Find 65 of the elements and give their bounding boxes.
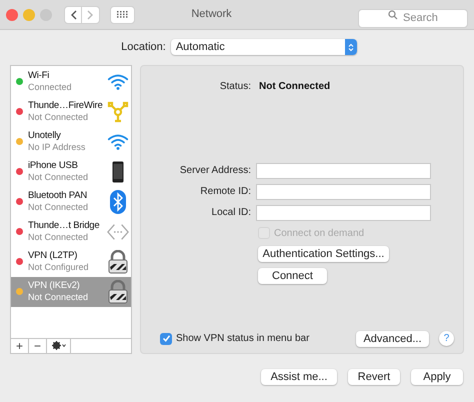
wifi-icon bbox=[107, 132, 129, 150]
service-name: iPhone USB bbox=[28, 160, 78, 172]
service-item[interactable]: Thunde…t Bridge Not Connected bbox=[11, 216, 131, 246]
field-label: Remote ID: bbox=[199, 185, 251, 199]
service-name: Unotelly bbox=[28, 130, 61, 142]
service-name: VPN (IKEv2) bbox=[28, 280, 80, 292]
service-status: No IP Address bbox=[28, 142, 86, 153]
footer-button[interactable]: Assist me... bbox=[261, 368, 337, 384]
connect-button[interactable]: Connect bbox=[258, 268, 327, 284]
chevron-right-icon bbox=[87, 10, 94, 20]
checkbox-label: Connect on demand bbox=[274, 226, 364, 240]
service-name: VPN (L2TP) bbox=[28, 250, 78, 262]
phone-icon bbox=[112, 160, 124, 182]
service-name: Bluetooth PAN bbox=[28, 190, 88, 202]
service-item[interactable]: iPhone USB Not Connected bbox=[11, 156, 131, 186]
remove-button[interactable]: − bbox=[29, 338, 47, 352]
service-item[interactable]: VPN (L2TP) Not Configured bbox=[11, 246, 131, 276]
bluetooth-icon bbox=[110, 190, 126, 214]
service-name: Thunde…FireWire bbox=[28, 100, 103, 112]
service-status: Not Configured bbox=[28, 262, 89, 273]
service-item[interactable]: Thunde…FireWire Not Connected bbox=[11, 96, 131, 126]
authentication-settings-button[interactable]: Authentication Settings... bbox=[258, 246, 389, 262]
lock-icon bbox=[108, 250, 128, 274]
add-button[interactable]: + bbox=[11, 338, 29, 352]
checkbox-label: Show VPN status in menu bar bbox=[176, 332, 310, 346]
advanced-button[interactable]: Advanced... bbox=[356, 330, 429, 346]
service-name: Thunde…t Bridge bbox=[28, 220, 100, 232]
search-icon bbox=[388, 10, 398, 20]
text-field[interactable] bbox=[256, 184, 431, 200]
wifi-icon bbox=[107, 72, 129, 90]
service-status: Connected bbox=[28, 82, 72, 93]
chevron-left-icon bbox=[70, 10, 76, 20]
service-item[interactable]: Unotelly No IP Address bbox=[11, 126, 131, 156]
service-status: Not Connected bbox=[28, 232, 88, 243]
text-field[interactable] bbox=[256, 162, 431, 178]
firewire-icon bbox=[107, 100, 129, 122]
status-label: Status: bbox=[218, 80, 251, 94]
show-all-button[interactable] bbox=[110, 6, 135, 24]
footer-button[interactable]: Apply bbox=[411, 368, 463, 384]
back-button[interactable] bbox=[64, 6, 82, 24]
minimize-button[interactable] bbox=[23, 8, 35, 20]
service-status: Not Connected bbox=[28, 202, 88, 213]
footer-button[interactable]: Revert bbox=[348, 368, 400, 384]
location-label: Location: bbox=[121, 40, 166, 55]
lock-icon bbox=[108, 280, 128, 304]
close-button[interactable] bbox=[6, 8, 18, 20]
text-field[interactable] bbox=[256, 204, 431, 220]
field-label: Server Address: bbox=[178, 164, 251, 178]
field-label: Local ID: bbox=[210, 206, 251, 220]
service-status: Not Connected bbox=[28, 172, 88, 183]
status-value: Not Connected bbox=[259, 80, 330, 94]
grid-icon bbox=[117, 11, 128, 18]
service-status: Not Connected bbox=[28, 112, 88, 123]
caret-icon bbox=[62, 344, 66, 347]
service-name: Wi-Fi bbox=[28, 70, 50, 82]
checkbox[interactable] bbox=[160, 332, 172, 344]
service-item[interactable]: Wi-Fi Connected bbox=[11, 66, 131, 96]
search-field[interactable]: Search bbox=[358, 8, 468, 28]
service-item[interactable]: Bluetooth PAN Not Connected bbox=[11, 186, 131, 216]
bridge-icon bbox=[107, 222, 129, 242]
gear-icon bbox=[52, 341, 60, 350]
stepper-icon bbox=[344, 39, 357, 56]
window-title: Network bbox=[191, 7, 232, 22]
location-dropdown[interactable]: Automatic bbox=[170, 39, 357, 56]
service-status: Not Connected bbox=[28, 292, 88, 303]
